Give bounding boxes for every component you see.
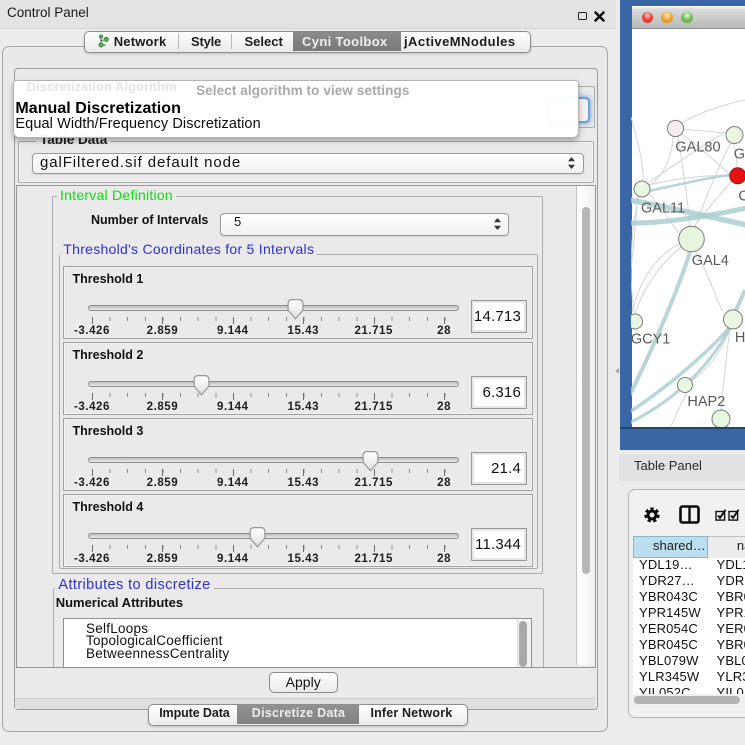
svg-text:C: C (738, 189, 745, 205)
svg-text:H: H (735, 330, 745, 346)
svg-text:GAL80: GAL80 (675, 140, 720, 156)
svg-text:HAP2: HAP2 (687, 394, 725, 410)
svg-text:GAL4: GAL4 (692, 253, 729, 269)
svg-text:GCY1: GCY1 (631, 332, 670, 348)
svg-text:GA: GA (734, 147, 745, 163)
svg-text:GAL11: GAL11 (641, 201, 685, 217)
